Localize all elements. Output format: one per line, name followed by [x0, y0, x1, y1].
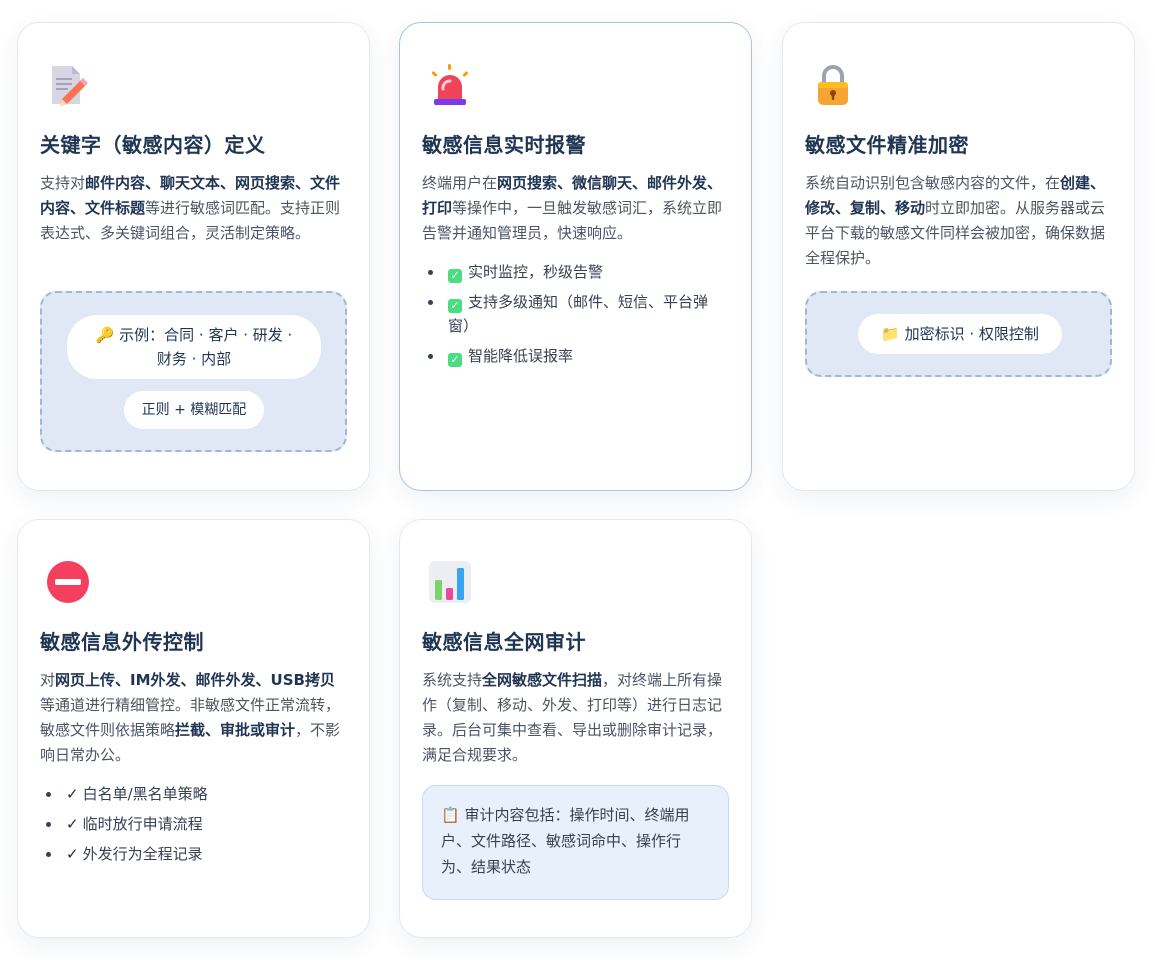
- keyword-example-text: 示例：合同 · 客户 · 研发 · 财务 · 内部: [119, 326, 293, 368]
- card-title: 敏感信息外传控制: [40, 630, 204, 654]
- feature-card-network-audit: 敏感信息全网审计 系统支持全网敏感文件扫描，对终端上所有操作（复制、移动、外发、…: [399, 519, 752, 938]
- card-description: 系统自动识别包含敏感内容的文件，在创建、修改、复制、移动时立即加密。从服务器或云…: [805, 174, 1106, 267]
- key-icon: 🔑: [95, 326, 115, 344]
- match-mode-label: 正则 + 模糊匹配: [141, 402, 247, 418]
- card-description: 终端用户在网页搜索、微信聊天、邮件外发、打印等操作中，一旦触发敏感词汇，系统立即…: [422, 174, 723, 242]
- check-mark-icon: ✓: [66, 785, 79, 803]
- card-title: 敏感文件精准加密: [805, 133, 969, 157]
- list-item: ✓ 智能降低误报率: [428, 344, 729, 368]
- card-title: 敏感信息实时报警: [422, 133, 586, 157]
- card-description: 系统支持全网敏感文件扫描，对终端上所有操作（复制、移动、外发、打印等）进行日志记…: [422, 671, 723, 764]
- bar-chart-icon: [429, 561, 471, 603]
- encryption-tag-pill: 📁 加密标识 · 权限控制: [858, 314, 1062, 354]
- keyword-example-box: 🔑 示例：合同 · 客户 · 研发 · 财务 · 内部 正则 + 模糊匹配: [40, 291, 347, 452]
- card-description: 对网页上传、IM外发、邮件外发、USB拷贝等通道进行精细管控。非敏感文件正常流转…: [40, 671, 341, 764]
- card-description: 支持对邮件内容、聊天文本、网页搜索、文件内容、文件标题等进行敏感词匹配。支持正则…: [40, 174, 341, 242]
- list-item: ✓ 实时监控，秒级告警: [428, 260, 729, 284]
- no-entry-icon: [47, 561, 89, 603]
- card-title: 敏感信息全网审计: [422, 630, 586, 654]
- encryption-tag-box: 📁 加密标识 · 权限控制: [805, 291, 1112, 377]
- check-box-icon: ✓: [448, 299, 462, 313]
- folder-icon: 📁: [881, 325, 900, 343]
- audit-scope-text: 审计内容包括：操作时间、终端用户、文件路径、敏感词命中、操作行为、结果状态: [441, 806, 690, 876]
- audit-scope-note: 📋 审计内容包括：操作时间、终端用户、文件路径、敏感词命中、操作行为、结果状态: [422, 785, 729, 900]
- check-mark-icon: ✓: [66, 845, 79, 863]
- memo-pencil-icon: [52, 66, 88, 106]
- feature-card-file-encryption: 敏感文件精准加密 系统自动识别包含敏感内容的文件，在创建、修改、复制、移动时立即…: [782, 22, 1135, 491]
- feature-card-keyword-definition: 关键字（敏感内容）定义 支持对邮件内容、聊天文本、网页搜索、文件内容、文件标题等…: [17, 22, 370, 491]
- feature-checklist: ✓ 白名单/黑名单策略 ✓ 临时放行申请流程 ✓ 外发行为全程记录: [46, 782, 347, 866]
- lock-icon: [818, 65, 848, 105]
- clipboard-icon: 📋: [441, 806, 460, 824]
- check-mark-icon: ✓: [66, 815, 79, 833]
- feature-card-realtime-alert: 敏感信息实时报警 终端用户在网页搜索、微信聊天、邮件外发、打印等操作中，一旦触发…: [399, 22, 752, 491]
- keyword-example-pill: 🔑 示例：合同 · 客户 · 研发 · 财务 · 内部: [67, 315, 321, 379]
- card-title: 关键字（敏感内容）定义: [40, 133, 266, 157]
- check-box-icon: ✓: [448, 269, 462, 283]
- list-item: ✓ 支持多级通知（邮件、短信、平台弹窗）: [428, 290, 729, 338]
- feature-card-outbound-control: 敏感信息外传控制 对网页上传、IM外发、邮件外发、USB拷贝等通道进行精细管控。…: [17, 519, 370, 938]
- list-item: ✓ 临时放行申请流程: [46, 812, 347, 836]
- match-mode-pill: 正则 + 模糊匹配: [124, 391, 264, 429]
- feature-checklist: ✓ 实时监控，秒级告警 ✓ 支持多级通知（邮件、短信、平台弹窗） ✓ 智能降低误报率: [428, 260, 729, 368]
- encryption-tag-text: 加密标识 · 权限控制: [904, 325, 1039, 343]
- list-item: ✓ 白名单/黑名单策略: [46, 782, 347, 806]
- check-box-icon: ✓: [448, 353, 462, 367]
- siren-icon: [431, 64, 469, 105]
- list-item: ✓ 外发行为全程记录: [46, 842, 347, 866]
